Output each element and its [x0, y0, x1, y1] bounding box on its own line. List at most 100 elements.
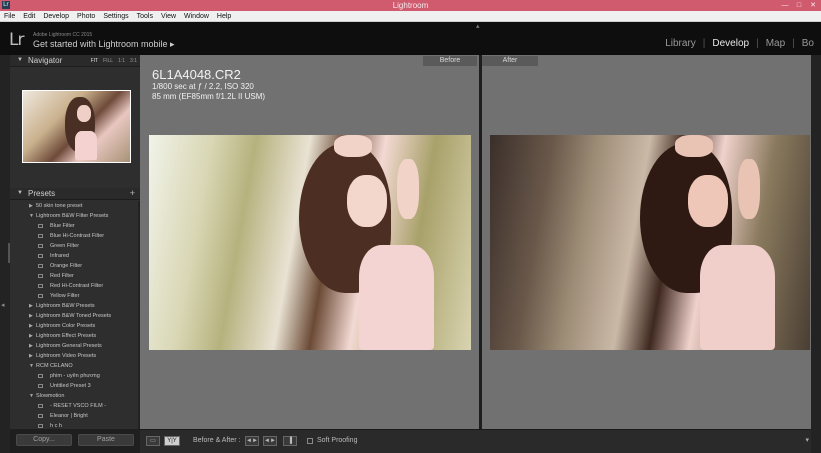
photo-info-overlay: 6L1A4048.CR2 1/800 sec at ƒ / 2.2, ISO 3… — [152, 67, 265, 102]
preset-label: Lightroom General Presets — [36, 343, 102, 349]
subject-face — [688, 175, 728, 227]
presets-header[interactable]: ▼ Presets + — [10, 188, 140, 200]
module-develop[interactable]: Develop — [705, 38, 756, 49]
module-book[interactable]: Bo — [795, 38, 821, 49]
preset-folder[interactable]: ▶ Lightroom Video Presets — [10, 351, 138, 361]
preset-folder[interactable]: ▼ Slowmotion — [10, 391, 138, 401]
collapsed-triangle-icon[interactable]: ▶ — [29, 301, 33, 311]
menu-help[interactable]: Help — [213, 11, 235, 22]
loupe-view-button[interactable]: ▭ — [146, 436, 160, 446]
lightroom-logo: Lr — [9, 30, 25, 50]
preset-item[interactable]: phim - uyên phương — [10, 371, 138, 381]
preset-item[interactable]: Orange Filter — [10, 261, 138, 271]
module-picker: Library | Develop | Map | Bo — [658, 38, 821, 49]
preset-label: phim - uyên phương — [50, 373, 100, 379]
preset-icon — [38, 294, 43, 298]
collapsed-triangle-icon[interactable]: ▶ — [29, 331, 33, 341]
menu-photo[interactable]: Photo — [73, 11, 99, 22]
menu-window[interactable]: Window — [180, 11, 213, 22]
zoom-fill[interactable]: FILL — [103, 58, 113, 64]
preset-label: Lightroom B&W Toned Presets — [36, 313, 112, 319]
module-library[interactable]: Library — [658, 38, 703, 49]
thumb-face — [77, 105, 91, 122]
zoom-1-1[interactable]: 1:1 — [118, 58, 125, 64]
copy-button[interactable]: Copy... — [16, 434, 72, 446]
preset-item[interactable]: Green Filter — [10, 241, 138, 251]
preset-item[interactable]: Untitled Preset 3 — [10, 381, 138, 391]
collapse-top-panel-icon[interactable]: ▴ — [476, 22, 480, 30]
after-photo[interactable] — [490, 135, 810, 350]
right-panel-edge — [811, 55, 821, 453]
navigator-zoom-options: FIT FILL 1:1 3:1 — [91, 58, 137, 64]
preset-item[interactable]: Yellow Filter — [10, 291, 138, 301]
mobile-promo-link[interactable]: Get started with Lightroom mobile ▸ — [33, 39, 175, 50]
preset-item[interactable]: Blue Hi-Contrast Filter — [10, 231, 138, 241]
collapsed-triangle-icon[interactable]: ▶ — [29, 201, 33, 211]
before-pane[interactable]: Before 6L1A4048.CR2 1/800 sec at ƒ / 2.2… — [140, 55, 479, 429]
preset-item[interactable]: h c h — [10, 421, 138, 429]
preset-folder[interactable]: ▼ Lightroom B&W Filter Presets — [10, 211, 138, 221]
after-pane[interactable]: After — [482, 55, 811, 429]
menu-develop[interactable]: Develop — [39, 11, 73, 22]
add-preset-icon[interactable]: + — [130, 188, 135, 198]
expanded-triangle-icon[interactable]: ▼ — [29, 211, 34, 221]
preset-item[interactable]: Eleanor | Bright — [10, 411, 138, 421]
compare-view: Before 6L1A4048.CR2 1/800 sec at ƒ / 2.2… — [140, 55, 811, 429]
collapse-triangle-icon[interactable]: ▼ — [17, 57, 23, 63]
window-title: Lightroom — [392, 1, 429, 10]
preset-folder[interactable]: ▼ RCM CELANO — [10, 361, 138, 371]
before-after-view-button[interactable]: Y|Y — [164, 436, 180, 446]
copy-after-to-before-button[interactable]: ◄► — [263, 436, 277, 446]
preset-folder[interactable]: ▶ 50 skin tone preset — [10, 201, 138, 211]
subject-arm — [738, 159, 760, 219]
expanded-triangle-icon[interactable]: ▼ — [29, 361, 34, 371]
presets-panel: ▼ Presets + ▶ 50 skin tone preset ▼ Lightro… — [10, 188, 140, 429]
navigator-thumbnail[interactable] — [22, 90, 131, 163]
preset-label: Lightroom B&W Filter Presets — [36, 213, 109, 219]
collapsed-triangle-icon[interactable]: ▶ — [29, 321, 33, 331]
preset-folder[interactable]: ▶ Lightroom B&W Toned Presets — [10, 311, 138, 321]
swap-before-after-button[interactable]: ▐ — [283, 436, 297, 446]
close-icon[interactable]: ✕ — [807, 0, 819, 11]
preset-item[interactable]: Blue Filter — [10, 221, 138, 231]
navigator-title: Navigator — [28, 56, 63, 65]
zoom-fit[interactable]: FIT — [91, 58, 99, 64]
preset-item[interactable]: Infrared — [10, 251, 138, 261]
minimize-icon[interactable]: — — [779, 0, 791, 11]
menu-bar: File Edit Develop Photo Settings Tools V… — [0, 11, 821, 22]
paste-button[interactable]: Paste — [78, 434, 134, 446]
collapsed-triangle-icon[interactable]: ▶ — [29, 341, 33, 351]
preset-item[interactable]: Red Hi-Contrast Filter — [10, 281, 138, 291]
preset-label: Lightroom Color Presets — [36, 323, 96, 329]
preset-label: Lightroom Effect Presets — [36, 333, 97, 339]
menu-edit[interactable]: Edit — [19, 11, 39, 22]
preset-item[interactable]: Red Filter — [10, 271, 138, 281]
toolbar-menu-caret-icon[interactable]: ▾ — [805, 436, 809, 444]
presets-title: Presets — [28, 189, 56, 198]
preset-label: Green Filter — [50, 243, 80, 249]
copy-before-to-after-button[interactable]: ◄► — [245, 436, 259, 446]
preset-folder[interactable]: ▶ Lightroom Color Presets — [10, 321, 138, 331]
menu-settings[interactable]: Settings — [99, 11, 132, 22]
zoom-3-1[interactable]: 3:1 — [130, 58, 137, 64]
preset-icon — [38, 224, 43, 228]
subject-arm — [397, 159, 419, 219]
navigator-header[interactable]: ▼ Navigator FIT FILL 1:1 3:1 — [10, 55, 140, 67]
collapsed-triangle-icon[interactable]: ▶ — [29, 311, 33, 321]
module-map[interactable]: Map — [759, 38, 792, 49]
menu-view[interactable]: View — [157, 11, 180, 22]
soft-proofing-checkbox[interactable] — [307, 438, 313, 444]
preset-folder[interactable]: ▶ Lightroom Effect Presets — [10, 331, 138, 341]
preset-folder[interactable]: ▶ Lightroom B&W Presets — [10, 301, 138, 311]
identity-plate: Lr Adobe Lightroom CC 2015 Get started w… — [0, 22, 821, 55]
collapse-left-panel-icon[interactable]: ◂ — [1, 301, 5, 309]
preset-item[interactable]: - RESET VSCO FILM - — [10, 401, 138, 411]
collapsed-triangle-icon[interactable]: ▶ — [29, 351, 33, 361]
menu-file[interactable]: File — [0, 11, 19, 22]
expanded-triangle-icon[interactable]: ▼ — [29, 391, 34, 401]
collapse-triangle-icon[interactable]: ▼ — [17, 190, 23, 196]
menu-tools[interactable]: Tools — [133, 11, 157, 22]
preset-folder[interactable]: ▶ Lightroom General Presets — [10, 341, 138, 351]
before-photo[interactable] — [149, 135, 471, 350]
maximize-icon[interactable]: □ — [793, 0, 805, 11]
